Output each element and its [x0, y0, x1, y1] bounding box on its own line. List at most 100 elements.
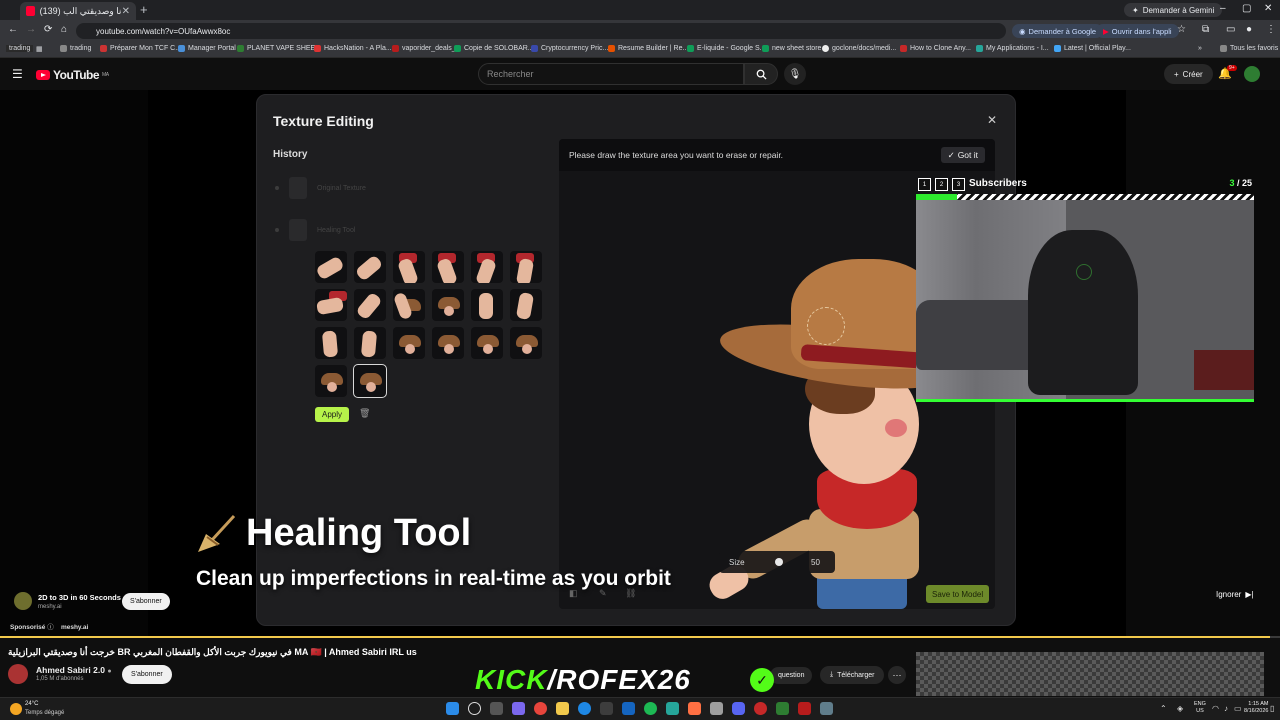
app-icon[interactable] [754, 702, 767, 715]
app-icon[interactable] [688, 702, 701, 715]
home-icon[interactable]: ⌂ [61, 24, 67, 35]
ad-title[interactable]: 2D to 3D in 60 Seconds [38, 593, 121, 602]
texture-thumbnail[interactable] [432, 327, 464, 359]
tray-chevron-icon[interactable]: ⌃ [1160, 704, 1167, 713]
new-tab-icon[interactable]: + [140, 2, 148, 17]
bookmark-item[interactable]: How to Clone Any... [900, 45, 971, 52]
input-language[interactable]: ENG US [1194, 701, 1206, 715]
mail-icon[interactable] [622, 702, 635, 715]
reload-icon[interactable]: ⟳ [44, 24, 52, 35]
bookmark-item[interactable]: Resume Builder | Re... [608, 45, 688, 52]
texture-thumbnail[interactable] [315, 365, 347, 397]
bookmark-star-icon[interactable]: ☆ [1177, 24, 1186, 35]
texture-thumbnail[interactable] [354, 289, 386, 321]
save-to-model-button[interactable]: Save to Model [926, 585, 990, 603]
account-avatar[interactable] [1244, 66, 1260, 82]
texture-thumbnail-selected[interactable] [353, 364, 387, 398]
more-bookmarks-icon[interactable]: » [1198, 45, 1202, 52]
texture-thumbnail[interactable] [393, 289, 425, 321]
browser-tab-active[interactable]: (139) خرجت أنا وصديقتي الب ✕ [20, 2, 136, 20]
edge-icon[interactable] [578, 702, 591, 715]
notifications-icon[interactable]: ▯ [1270, 704, 1274, 713]
copilot-icon[interactable] [512, 702, 525, 715]
battery-icon[interactable]: ▭ [1234, 704, 1242, 713]
app-icon[interactable] [666, 702, 679, 715]
apply-button[interactable]: Apply [315, 407, 350, 422]
texture-thumbnail[interactable] [315, 251, 347, 283]
spotify-icon[interactable] [644, 702, 657, 715]
texture-thumbnail[interactable] [354, 327, 386, 359]
texture-thumbnail[interactable] [432, 289, 464, 321]
skip-ad-button[interactable]: Ignorer ▶| [1216, 590, 1254, 599]
search-button[interactable] [744, 63, 778, 85]
subscribe-button[interactable]: S'abonner [122, 665, 172, 684]
bookmark-item[interactable]: Latest | Official Play... [1054, 45, 1131, 52]
texture-thumbnail[interactable] [393, 327, 425, 359]
menu-hamburger-icon[interactable]: ☰ [12, 67, 23, 81]
all-favorites[interactable]: Tous les favoris [1220, 45, 1278, 52]
tray-app-icon[interactable]: ◈ [1177, 704, 1183, 713]
bookmark-item[interactable]: E-liquide - Google S... [687, 45, 765, 52]
clock[interactable]: 1:15 AM 8/16/2026 [1244, 701, 1268, 715]
channel-avatar[interactable] [8, 664, 28, 684]
gemini-button[interactable]: ✦ Demander à Gemini [1124, 3, 1223, 17]
search-input[interactable]: Rechercher [478, 63, 744, 85]
slider-knob[interactable] [775, 558, 783, 566]
voice-search-button[interactable]: 🎙 [784, 63, 806, 85]
create-button[interactable]: + Créer [1164, 64, 1213, 84]
back-icon[interactable]: ← [8, 24, 18, 35]
texture-thumbnail[interactable] [432, 251, 464, 283]
settings-gear-icon[interactable] [820, 702, 833, 715]
texture-thumbnail[interactable] [315, 327, 347, 359]
wifi-icon[interactable]: ◠ [1212, 704, 1219, 713]
ad-subscribe-button[interactable]: S'abonner [122, 593, 170, 610]
chrome-icon[interactable] [534, 702, 547, 715]
texture-thumbnail[interactable] [354, 251, 386, 283]
question-button[interactable]: question [770, 667, 813, 684]
sponsor-domain[interactable]: meshy.ai [61, 624, 88, 631]
close-window-icon[interactable]: ✕ [1264, 3, 1272, 14]
minimize-icon[interactable]: – [1220, 3, 1226, 14]
bookmark-item[interactable]: Manager Portal [178, 45, 236, 52]
apps-grid-icon[interactable]: ▦ [36, 45, 43, 53]
close-tab-icon[interactable]: ✕ [122, 6, 130, 17]
bookmark-item[interactable]: My Applications - I... [976, 45, 1049, 52]
bookmark-item[interactable]: PLANET VAPE SHEE... [237, 45, 321, 52]
extensions-icon[interactable]: ⧉ [1202, 24, 1209, 35]
ask-google-button[interactable]: ◉ Demander à Google [1012, 24, 1104, 38]
forward-icon[interactable]: → [26, 24, 36, 35]
texture-thumbnail[interactable] [315, 289, 347, 321]
texture-thumbnail[interactable] [471, 251, 503, 283]
texture-thumbnail[interactable] [471, 327, 503, 359]
task-view-icon[interactable] [490, 702, 503, 715]
channel-name[interactable]: Ahmed Sabiri 2.0 ● [36, 665, 112, 675]
taskbar-search-icon[interactable] [468, 702, 481, 715]
volume-icon[interactable]: ♪ [1224, 704, 1228, 713]
youtube-logo[interactable]: YouTube MA [36, 68, 109, 82]
bookmark-item[interactable]: vaporider_deals_ [392, 45, 456, 52]
trash-icon[interactable]: 🗑 [359, 408, 370, 419]
file-explorer-icon[interactable] [556, 702, 569, 715]
history-item[interactable]: Original Texture [275, 177, 366, 199]
video-player[interactable]: Texture Editing ✕ History Original Textu… [0, 90, 1280, 638]
chat-icon[interactable]: ● [1246, 24, 1252, 35]
discord-icon[interactable] [732, 702, 745, 715]
bookmark-item[interactable]: new sheet store [762, 45, 821, 52]
bookmark-item[interactable]: goclone/docs/medi... [822, 45, 896, 52]
sidebar-icon[interactable]: ▭ [1226, 24, 1235, 35]
texture-thumbnail[interactable] [510, 327, 542, 359]
brush-size-slider[interactable]: Size 50 [719, 551, 835, 573]
info-icon[interactable]: ⓘ [47, 624, 54, 631]
bookmark-item[interactable]: Cryptocurrency Pric... [531, 45, 608, 52]
app-icon[interactable] [798, 702, 811, 715]
texture-thumbnail[interactable] [510, 289, 542, 321]
got-it-button[interactable]: ✓ Got it [940, 147, 985, 163]
close-icon[interactable]: ✕ [987, 113, 997, 127]
maximize-icon[interactable]: ▢ [1242, 3, 1251, 14]
menu-dots-icon[interactable]: ⋮ [1266, 24, 1276, 35]
weather-sun-icon[interactable] [10, 703, 22, 715]
bookmark-item[interactable]: HacksNation - A Pla... [314, 45, 392, 52]
url-field[interactable]: youtube.com/watch?v=OUfaAwwx8oc [76, 23, 1006, 39]
download-button[interactable]: ⤓ Télécharger [820, 666, 885, 684]
app-icon[interactable] [710, 702, 723, 715]
